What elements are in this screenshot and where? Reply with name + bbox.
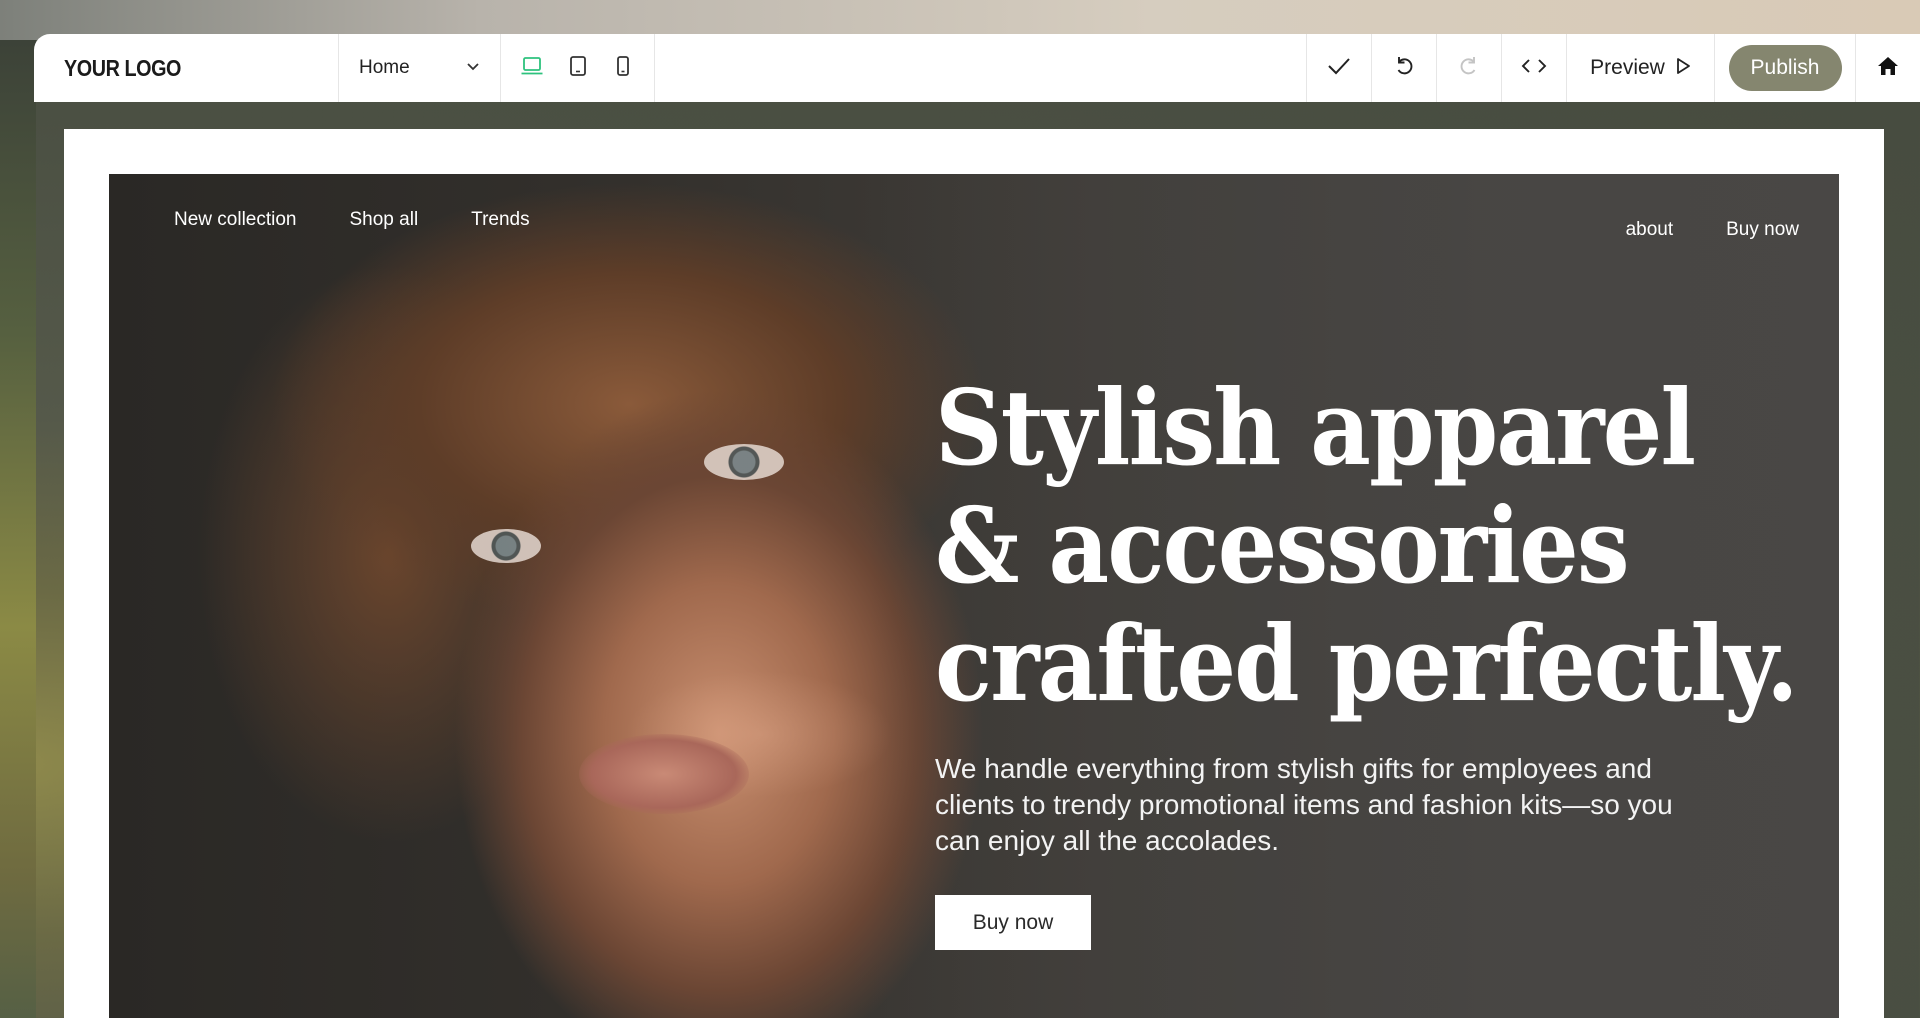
device-switcher bbox=[501, 34, 655, 102]
tablet-view-button[interactable] bbox=[561, 51, 595, 85]
page-select-dropdown[interactable]: Home bbox=[339, 34, 501, 102]
nav-link-shop-all[interactable]: Shop all bbox=[350, 209, 419, 231]
publish-area: Publish bbox=[1715, 34, 1855, 102]
code-view-button[interactable] bbox=[1502, 34, 1567, 102]
toolbar-spacer bbox=[655, 34, 1307, 102]
nav-link-trends[interactable]: Trends bbox=[471, 209, 529, 231]
desktop-view-button[interactable] bbox=[515, 51, 549, 85]
nav-link-new-collection[interactable]: New collection bbox=[174, 209, 297, 231]
hero-section[interactable]: New collection Shop all Trends about Buy… bbox=[109, 174, 1839, 1018]
hero-subtext: We handle everything from stylish gifts … bbox=[935, 753, 1673, 856]
chevron-down-icon bbox=[466, 59, 480, 78]
undo-icon bbox=[1392, 54, 1416, 83]
mobile-view-button[interactable] bbox=[606, 51, 640, 85]
headline-line: crafted perfectly. bbox=[935, 602, 1799, 725]
publish-button[interactable]: Publish bbox=[1728, 45, 1842, 91]
hero-headline: Stylish apparel & accessories crafted pe… bbox=[935, 366, 1799, 725]
tablet-icon bbox=[568, 55, 588, 82]
hero-photo-detail bbox=[471, 529, 541, 563]
editor-toolbar: YOUR LOGO Home Preview Publish bbox=[34, 34, 1920, 102]
preview-button[interactable]: Preview bbox=[1567, 34, 1715, 102]
play-icon bbox=[1675, 57, 1691, 80]
nav-link-about[interactable]: about bbox=[1626, 219, 1674, 241]
logo: YOUR LOGO bbox=[64, 54, 182, 81]
logo-area: YOUR LOGO bbox=[34, 34, 339, 102]
headline-line: & accessories bbox=[935, 484, 1630, 607]
check-icon bbox=[1326, 55, 1352, 82]
preview-label: Preview bbox=[1590, 56, 1665, 79]
redo-icon bbox=[1457, 54, 1481, 83]
background-left bbox=[0, 40, 36, 1018]
redo-button[interactable] bbox=[1437, 34, 1502, 102]
undo-button[interactable] bbox=[1372, 34, 1437, 102]
nav-link-buy-now[interactable]: Buy now bbox=[1726, 219, 1799, 241]
home-icon bbox=[1876, 55, 1900, 82]
hero-photo-detail bbox=[579, 734, 749, 814]
code-icon bbox=[1521, 57, 1547, 80]
headline-line: Stylish apparel bbox=[935, 366, 1696, 489]
site-nav-right: about Buy now bbox=[1626, 219, 1799, 241]
hero-buy-now-button[interactable]: Buy now bbox=[935, 895, 1091, 950]
home-button[interactable] bbox=[1855, 34, 1920, 102]
mobile-icon bbox=[615, 55, 631, 82]
editor-canvas: New collection Shop all Trends about Buy… bbox=[64, 129, 1884, 1018]
site-nav-left: New collection Shop all Trends bbox=[174, 209, 530, 231]
page-select-value: Home bbox=[359, 57, 410, 78]
laptop-icon bbox=[520, 55, 544, 82]
save-button[interactable] bbox=[1307, 34, 1372, 102]
hero-photo-detail bbox=[704, 444, 784, 480]
